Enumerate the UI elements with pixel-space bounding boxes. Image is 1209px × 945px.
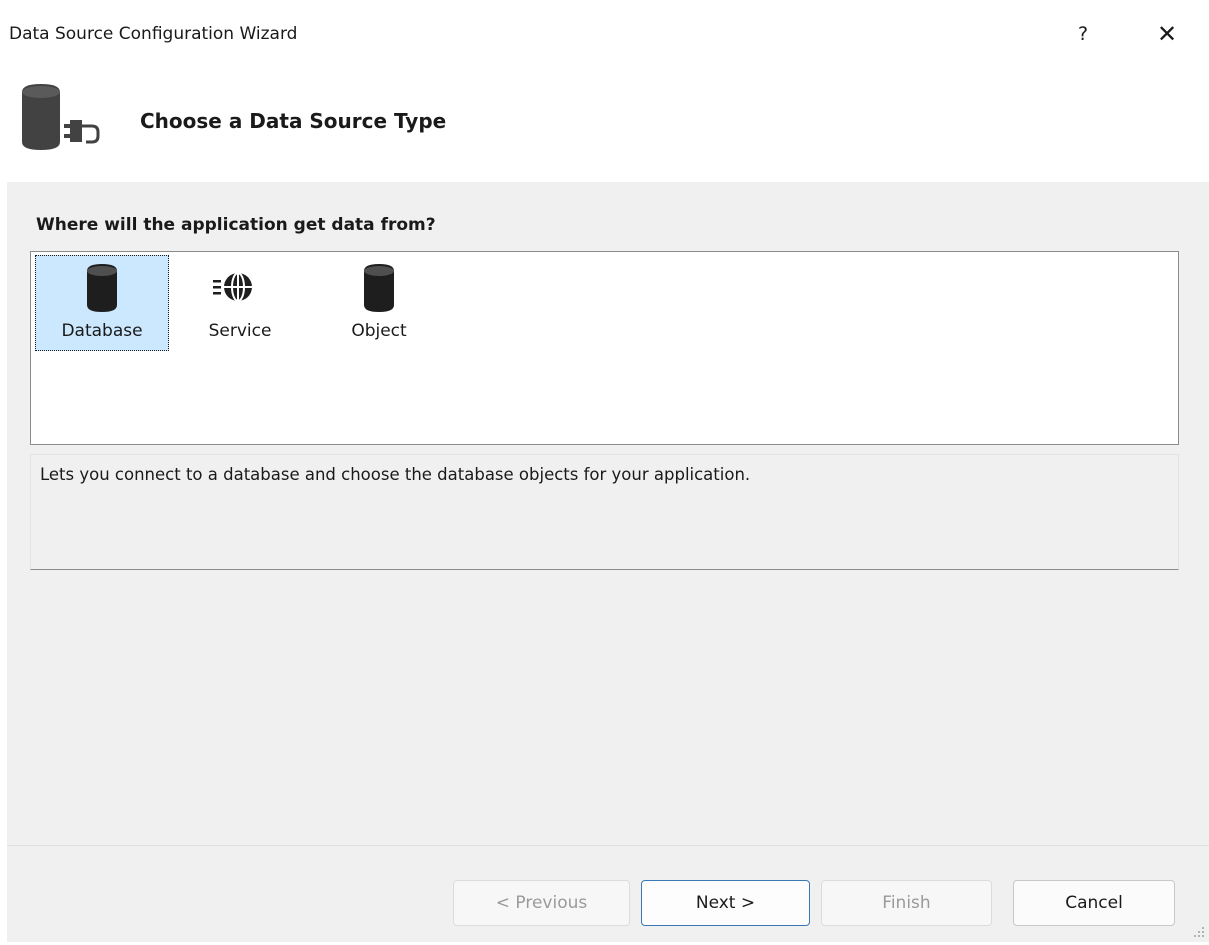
title-bar: Data Source Configuration Wizard ? ✕	[0, 0, 1209, 64]
resize-grip-icon[interactable]	[1191, 924, 1205, 938]
wizard-content: Where will the application get data from…	[7, 182, 1209, 942]
help-button[interactable]: ?	[1066, 14, 1100, 54]
page-title: Choose a Data Source Type	[140, 109, 447, 133]
description-panel: Lets you connect to a database and choos…	[30, 454, 1179, 570]
globe-service-icon	[213, 272, 252, 302]
list-item-service[interactable]: Service	[191, 255, 289, 351]
list-item-label: Database	[61, 321, 143, 341]
list-item-label: Service	[208, 321, 272, 341]
close-button[interactable]: ✕	[1147, 14, 1187, 54]
data-source-type-list[interactable]: Database Service Object	[30, 251, 1179, 445]
database-connection-icon	[22, 84, 100, 150]
description-text: Lets you connect to a database and choos…	[40, 465, 751, 484]
window-title: Data Source Configuration Wizard	[9, 24, 298, 44]
list-item-object[interactable]: Object	[331, 255, 427, 351]
source-prompt: Where will the application get data from…	[36, 215, 436, 235]
list-item-database[interactable]: Database	[35, 255, 169, 351]
cancel-button[interactable]: Cancel	[1013, 880, 1175, 926]
object-icon	[364, 264, 394, 312]
previous-button[interactable]: < Previous	[453, 880, 630, 926]
finish-button[interactable]: Finish	[821, 880, 992, 926]
footer-divider	[7, 845, 1209, 846]
next-button[interactable]: Next >	[641, 880, 810, 926]
database-icon	[87, 264, 117, 312]
wizard-header: Choose a Data Source Type	[0, 64, 1209, 182]
list-item-label: Object	[351, 321, 407, 341]
